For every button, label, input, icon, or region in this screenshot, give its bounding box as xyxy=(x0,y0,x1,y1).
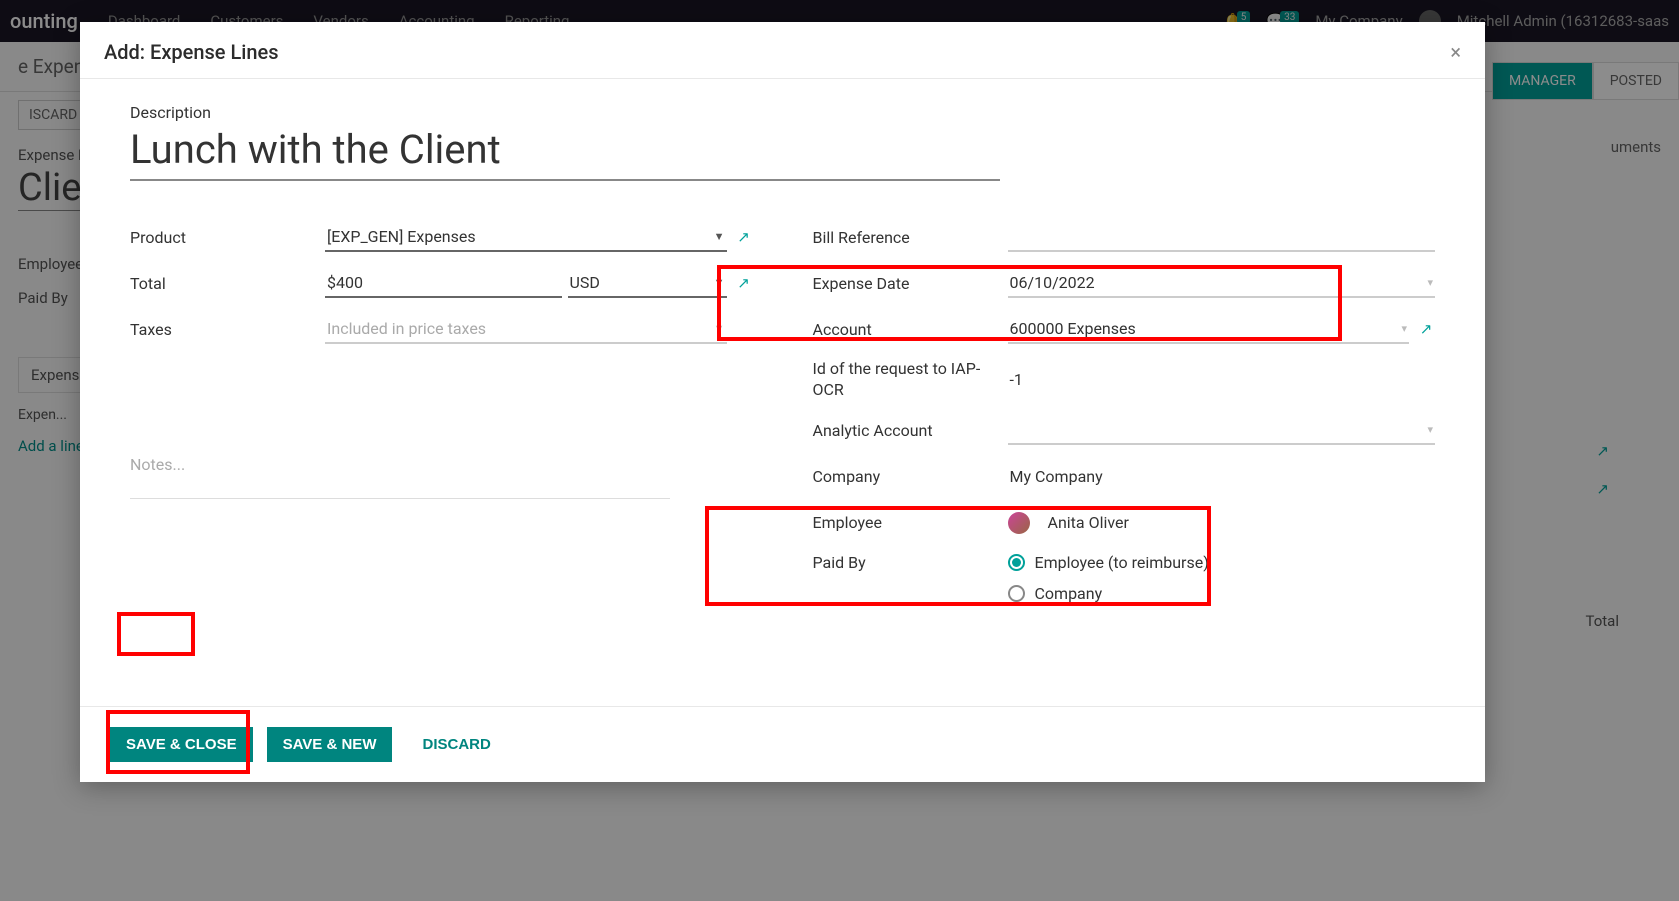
external-link-icon[interactable]: ↗ xyxy=(735,274,753,292)
caret-icon: ▾ xyxy=(1401,322,1407,335)
account-value: 600000 Expenses xyxy=(1010,319,1136,338)
radio-icon xyxy=(1008,585,1025,602)
taxes-placeholder: Included in price taxes xyxy=(327,319,486,338)
taxes-field[interactable]: Included in price taxes ▼ xyxy=(325,315,727,344)
left-column: Product [EXP_GEN] Expenses ▼ ↗ Total $40… xyxy=(130,221,753,629)
paidby-company[interactable]: Company xyxy=(1008,584,1436,603)
employee-label: Employee xyxy=(813,513,1008,532)
description-label: Description xyxy=(130,103,1435,122)
iap-label: Id of the request to IAP-OCR xyxy=(813,359,1008,401)
external-link-icon[interactable]: ↗ xyxy=(735,228,753,246)
discard-button[interactable]: DISCARD xyxy=(406,727,506,762)
account-field[interactable]: 600000 Expenses ▾ xyxy=(1008,315,1410,344)
date-label: Expense Date xyxy=(813,274,1008,293)
taxes-label: Taxes xyxy=(130,320,325,339)
avatar-icon xyxy=(1008,512,1030,534)
date-value: 06/10/2022 xyxy=(1010,273,1095,292)
total-currency[interactable]: USD ▼ xyxy=(568,269,727,298)
external-link-icon[interactable]: ↗ xyxy=(1417,320,1435,338)
total-amount[interactable]: $400 xyxy=(325,269,562,298)
modal-footer: SAVE & CLOSE SAVE & NEW DISCARD xyxy=(80,706,1485,782)
company-value[interactable]: My Company xyxy=(1008,463,1105,490)
company-label: Company xyxy=(813,467,1008,486)
total-field[interactable]: $400 USD ▼ xyxy=(325,269,727,298)
notes-field[interactable]: Notes... xyxy=(130,455,185,474)
iap-value: -1 xyxy=(1008,366,1025,393)
analytic-field[interactable]: ▾ xyxy=(1008,416,1436,445)
caret-icon: ▾ xyxy=(1427,276,1433,289)
caret-icon: ▼ xyxy=(714,230,725,243)
product-value: [EXP_GEN] Expenses xyxy=(327,227,476,246)
save-new-button[interactable]: SAVE & NEW xyxy=(267,727,393,762)
caret-icon: ▾ xyxy=(1427,423,1433,436)
modal: Add: Expense Lines × Description Lunch w… xyxy=(80,22,1485,782)
paidby-label: Paid By xyxy=(813,553,1008,572)
product-field[interactable]: [EXP_GEN] Expenses ▼ xyxy=(325,223,727,252)
radio-checked-icon xyxy=(1008,554,1025,571)
analytic-label: Analytic Account xyxy=(813,421,1008,440)
date-field[interactable]: 06/10/2022 ▾ xyxy=(1008,269,1436,298)
billref-field[interactable] xyxy=(1008,223,1436,252)
billref-label: Bill Reference xyxy=(813,228,1008,247)
description-input[interactable]: Lunch with the Client xyxy=(130,126,1000,181)
paidby-employee[interactable]: Employee (to reimburse) xyxy=(1008,553,1436,572)
total-label: Total xyxy=(130,274,325,293)
account-label: Account xyxy=(813,320,1008,339)
product-label: Product xyxy=(130,228,325,247)
modal-body: Description Lunch with the Client Produc… xyxy=(80,79,1485,706)
caret-icon: ▼ xyxy=(714,276,725,289)
employee-value: Anita Oliver xyxy=(1046,509,1131,536)
modal-title: Add: Expense Lines xyxy=(104,40,279,64)
caret-icon: ▼ xyxy=(714,322,725,335)
save-close-button[interactable]: SAVE & CLOSE xyxy=(110,727,253,762)
close-icon[interactable]: × xyxy=(1450,40,1461,64)
notes-divider xyxy=(130,498,670,499)
modal-header: Add: Expense Lines × xyxy=(80,22,1485,79)
right-column: Bill Reference Expense Date 06/10/2022 ▾… xyxy=(813,221,1436,629)
